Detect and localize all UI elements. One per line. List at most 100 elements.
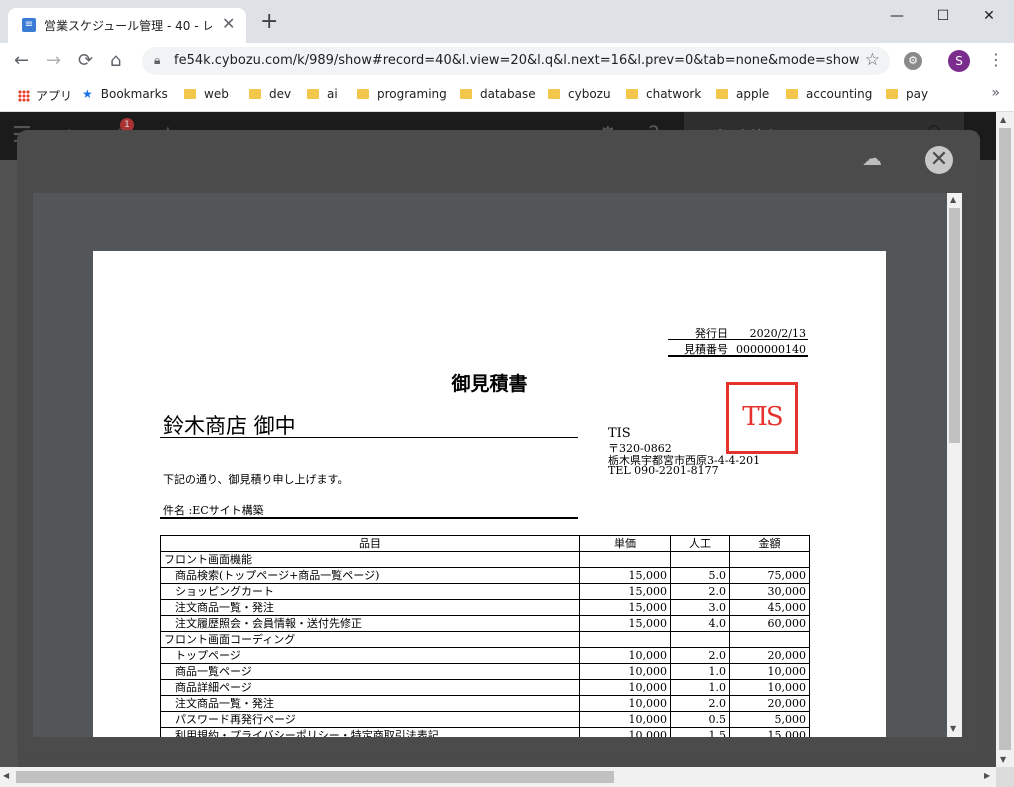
record-left-edge	[0, 160, 18, 767]
unit-price-cell	[579, 551, 671, 568]
minimize-button[interactable]: —	[874, 6, 920, 28]
table-row: 商品詳細ページ 10,000 1.0 10,000	[160, 679, 810, 696]
scroll-right-arrow-icon[interactable]: ▶	[984, 771, 990, 780]
lock-icon: 🔒︎	[154, 53, 161, 67]
browser-menu-icon[interactable]: ⋮	[988, 50, 1004, 70]
window-close-button[interactable]: ✕	[966, 6, 1012, 28]
home-button[interactable]: ⌂	[110, 51, 121, 71]
scroll-up-arrow-icon[interactable]: ▲	[950, 195, 956, 204]
issuer-tel: TEL 090-2201-8177	[608, 464, 719, 477]
reload-button[interactable]: ⟳	[78, 51, 93, 71]
table-row: 商品一覧ページ 10,000 1.0 10,000	[160, 663, 810, 680]
item-name-cell: 利用規約・プライバシーポリシー・特定商取引法表記	[160, 727, 580, 737]
bookmark-folder-accounting[interactable]: accounting	[786, 87, 872, 101]
kintone-favicon-icon: ≡	[22, 18, 36, 32]
subject-text: 件名 :ECサイト構築	[163, 504, 264, 517]
unit-price-cell: 15,000	[579, 599, 671, 616]
subject-underline	[160, 517, 578, 519]
man-days-cell	[670, 551, 730, 568]
new-tab-button[interactable]: +	[260, 11, 278, 33]
amount-cell: 75,000	[729, 567, 810, 584]
bookmark-folder-database[interactable]: database	[460, 87, 536, 101]
extension-icon[interactable]: ⚙	[904, 52, 922, 70]
unit-price-cell: 15,000	[579, 583, 671, 600]
table-group-row: フロント画面機能	[160, 551, 810, 568]
star-icon: ★	[82, 87, 93, 101]
tab-close-icon[interactable]: ✕	[222, 16, 235, 32]
url-text[interactable]: fe54k.cybozu.com/k/989/show#record=40&l.…	[174, 53, 860, 68]
close-preview-button[interactable]: ✕	[925, 146, 953, 174]
tab-title: 営業スケジュール管理 - 40 - レコードの詳細	[44, 19, 212, 33]
browser-tabstrip: ≡ 営業スケジュール管理 - 40 - レコードの詳細 ✕ + — ☐ ✕	[0, 0, 1014, 43]
folder-icon	[886, 89, 898, 99]
column-header-amount: 金額	[729, 535, 810, 552]
omnibox[interactable]: 🔒︎ fe54k.cybozu.com/k/989/show#record=40…	[142, 47, 890, 75]
page-vertical-scrollbar-thumb[interactable]	[999, 128, 1011, 750]
table-header-row: 品目 単価 人工 金額	[160, 535, 810, 552]
download-cloud-icon[interactable]: ☁	[862, 148, 882, 168]
bookmark-folder-dev[interactable]: dev	[249, 87, 291, 101]
browser-tab[interactable]: ≡ 営業スケジュール管理 - 40 - レコードの詳細 ✕	[8, 8, 246, 43]
scroll-down-arrow-icon[interactable]: ▼	[1000, 755, 1006, 764]
folder-icon	[184, 89, 196, 99]
item-name-cell: フロント画面コーディング	[160, 631, 580, 648]
item-name-cell: パスワード再発行ページ	[160, 711, 580, 728]
scroll-left-arrow-icon[interactable]: ◀	[3, 771, 9, 780]
scroll-up-arrow-icon[interactable]: ▲	[1000, 115, 1006, 124]
table-row: 商品検索(トップページ+商品一覧ページ) 15,000 5.0 75,000	[160, 567, 810, 584]
forward-button[interactable]: →	[46, 51, 61, 71]
page-horizontal-scrollbar-thumb[interactable]	[16, 771, 614, 783]
bookmark-bookmarks[interactable]: ★ Bookmarks	[82, 87, 168, 101]
man-days-cell	[670, 631, 730, 648]
bookmark-folder-pay[interactable]: pay	[886, 87, 928, 101]
amount-cell	[729, 551, 810, 568]
item-name-cell: 注文商品一覧・発注	[160, 599, 580, 616]
folder-icon	[307, 89, 319, 99]
bookmark-folder-cybozu[interactable]: cybozu	[548, 87, 611, 101]
table-row: 注文履歴照会・会員情報・送付先修正 15,000 4.0 60,000	[160, 615, 810, 632]
amount-cell: 5,000	[729, 711, 810, 728]
bookmark-folder-apple[interactable]: apple	[716, 87, 769, 101]
unit-price-cell: 15,000	[579, 567, 671, 584]
table-row: 注文商品一覧・発注 15,000 3.0 45,000	[160, 599, 810, 616]
address-toolbar: ← → ⟳ ⌂ 🔒︎ fe54k.cybozu.com/k/989/show#r…	[0, 43, 1014, 79]
folder-icon	[249, 89, 261, 99]
bookmark-folder-chatwork[interactable]: chatwork	[626, 87, 701, 101]
item-name-cell: 注文商品一覧・発注	[160, 695, 580, 712]
back-button[interactable]: ←	[14, 51, 29, 71]
folder-icon	[626, 89, 638, 99]
unit-price-cell: 10,000	[579, 695, 671, 712]
pdf-scrollbar-thumb[interactable]	[949, 208, 960, 443]
man-days-cell: 1.5	[670, 727, 730, 737]
man-days-cell: 2.0	[670, 647, 730, 664]
item-name-cell: フロント画面機能	[160, 551, 580, 568]
pdf-viewer[interactable]: 発行日 2020/2/13 見積番号 0000000140 御見積書 鈴木商店 御中…	[33, 193, 947, 737]
meta-divider	[668, 339, 808, 340]
bookmark-folder-programing[interactable]: programing	[357, 87, 447, 101]
unit-price-cell: 10,000	[579, 647, 671, 664]
amount-cell: 10,000	[729, 663, 810, 680]
man-days-cell: 1.0	[670, 663, 730, 680]
profile-avatar[interactable]: S	[948, 50, 970, 72]
maximize-button[interactable]: ☐	[920, 6, 966, 28]
meta-divider	[668, 355, 808, 357]
bookmark-folder-web[interactable]: web	[184, 87, 229, 101]
amount-cell: 15,000	[729, 727, 810, 737]
column-header-man-days: 人工	[670, 535, 730, 552]
folder-icon	[460, 89, 472, 99]
scroll-down-arrow-icon[interactable]: ▼	[950, 724, 956, 733]
issuer-name: TIS	[608, 426, 631, 441]
unit-price-cell: 10,000	[579, 679, 671, 696]
amount-cell: 20,000	[729, 647, 810, 664]
folder-icon	[357, 89, 369, 99]
bookmark-star-icon[interactable]: ☆	[865, 50, 880, 70]
bookmark-apps[interactable]: アプリ	[18, 87, 72, 104]
amount-cell: 10,000	[729, 679, 810, 696]
bookmark-folder-ai[interactable]: ai	[307, 87, 338, 101]
unit-price-cell	[579, 631, 671, 648]
unit-price-cell: 10,000	[579, 663, 671, 680]
table-group-row: フロント画面コーディング	[160, 631, 810, 648]
bookmarks-overflow-icon[interactable]: »	[991, 85, 1000, 101]
man-days-cell: 4.0	[670, 615, 730, 632]
amount-cell	[729, 631, 810, 648]
